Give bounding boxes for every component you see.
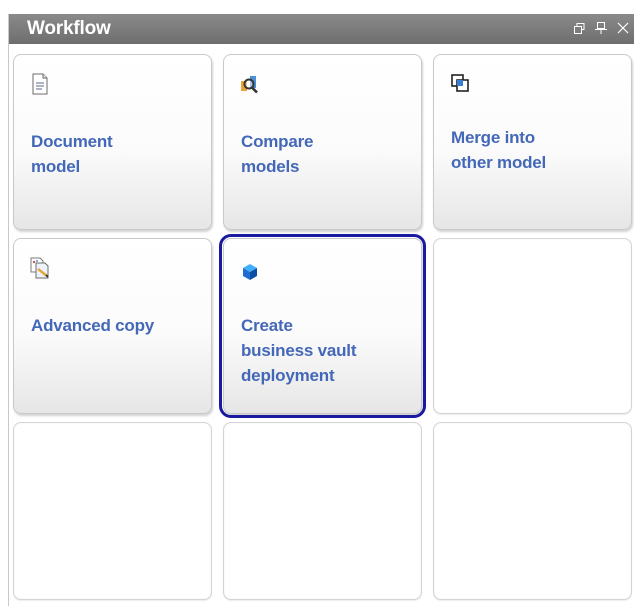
restore-button[interactable] — [571, 19, 587, 37]
tile-document-model[interactable]: Document model — [13, 54, 212, 230]
empty-tile — [13, 422, 212, 600]
label-line: Advanced copy — [31, 316, 155, 335]
empty-tile — [433, 238, 632, 414]
label-line: deployment — [241, 366, 335, 385]
pin-icon — [595, 22, 607, 34]
tile-compare-models[interactable]: Compare models — [223, 54, 422, 230]
close-icon — [617, 22, 629, 34]
panel-title: Workflow — [27, 18, 111, 39]
tile-label: Create business vault deployment — [241, 313, 411, 388]
workflow-panel: Workflow Document model Compare models M… — [8, 14, 634, 606]
panel-titlebar: Workflow — [9, 14, 634, 44]
label-line: model — [31, 157, 81, 176]
label-line: Merge into — [451, 128, 535, 147]
tile-create-business-vault-deployment[interactable]: Create business vault deployment — [219, 234, 426, 418]
empty-tile — [433, 422, 632, 600]
tile-advanced-copy[interactable]: Advanced copy — [13, 238, 212, 414]
label-line: Compare — [241, 132, 314, 151]
tile-label: Advanced copy — [31, 313, 201, 338]
window-buttons — [571, 19, 631, 37]
close-button[interactable] — [615, 19, 631, 37]
label-line: business vault — [241, 341, 357, 360]
tile-label: Document model — [31, 129, 201, 179]
tile-label: Compare models — [241, 129, 411, 179]
restore-icon — [573, 22, 584, 34]
document-icon — [32, 73, 48, 95]
advanced-copy-icon — [30, 257, 49, 279]
label-line: other model — [451, 153, 547, 172]
tile-merge-into-other-model[interactable]: Merge into other model — [433, 54, 632, 230]
empty-tile — [223, 422, 422, 600]
label-line: models — [241, 157, 300, 176]
merge-icon — [451, 74, 469, 92]
tile-label: Merge into other model — [451, 125, 621, 175]
label-line: Create — [241, 316, 293, 335]
blue-cube-icon — [243, 264, 257, 280]
compare-magnifier-icon — [241, 76, 258, 94]
pin-button[interactable] — [593, 19, 609, 37]
label-line: Document — [31, 132, 113, 151]
